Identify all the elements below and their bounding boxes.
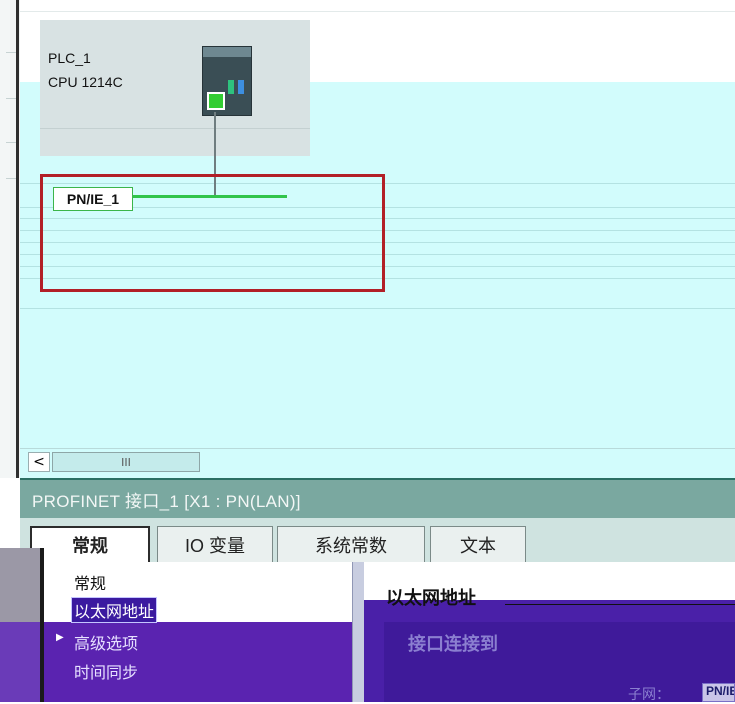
plc-name: PLC_1 [48,50,91,66]
highlight-rectangle [40,174,385,292]
subnet-field-label: 子网： [628,686,670,702]
rail-tick [6,142,16,143]
network-view-canvas[interactable]: PLC_1 CPU 1214C PN/IE_1 [0,0,735,478]
panel-left-border [40,548,44,702]
tab-general[interactable]: 常规 [30,526,150,562]
left-margin-strip [0,622,40,702]
nav-item-time-sync[interactable]: 时间同步 [74,659,138,683]
section-underline [505,604,735,605]
cpu-led-icon [228,80,234,94]
tab-texts[interactable]: 文本 [430,526,526,562]
subsection-title: 接口连接到 [408,634,498,654]
tab-system-constants[interactable]: 系统常数 [277,526,425,562]
pane-splitter[interactable] [352,562,364,702]
rail-tick [6,98,16,99]
plc-device-separator [40,128,310,129]
scroll-left-button[interactable]: < [28,452,50,472]
grid-line [20,308,735,309]
scrollbar-thumb[interactable]: III [52,452,200,472]
section-title: 以太网地址 [386,588,476,608]
left-rail-border [16,0,19,478]
nav-item-advanced-options[interactable]: 高级选项 [74,630,138,654]
nav-item-ethernet-address[interactable]: 以太网地址 [70,597,158,623]
expand-arrow-icon[interactable]: ▶ [56,632,64,643]
nav-item-general[interactable]: 常规 [74,570,106,594]
rail-tick [6,178,16,179]
left-margin-strip [0,548,40,622]
cpu-led-icon [238,80,244,94]
plc-type: CPU 1214C [48,74,123,90]
canvas-top-strip [20,0,735,12]
rail-tick [6,52,16,53]
tab-io-tags[interactable]: IO 变量 [157,526,273,562]
cpu-module-strip [203,47,251,57]
profinet-port-icon[interactable] [207,92,225,110]
subnet-select[interactable]: PN/IE_1 [702,683,735,702]
inspector-title: PROFINET 接口_1 [X1 : PN(LAN)] [32,492,301,511]
